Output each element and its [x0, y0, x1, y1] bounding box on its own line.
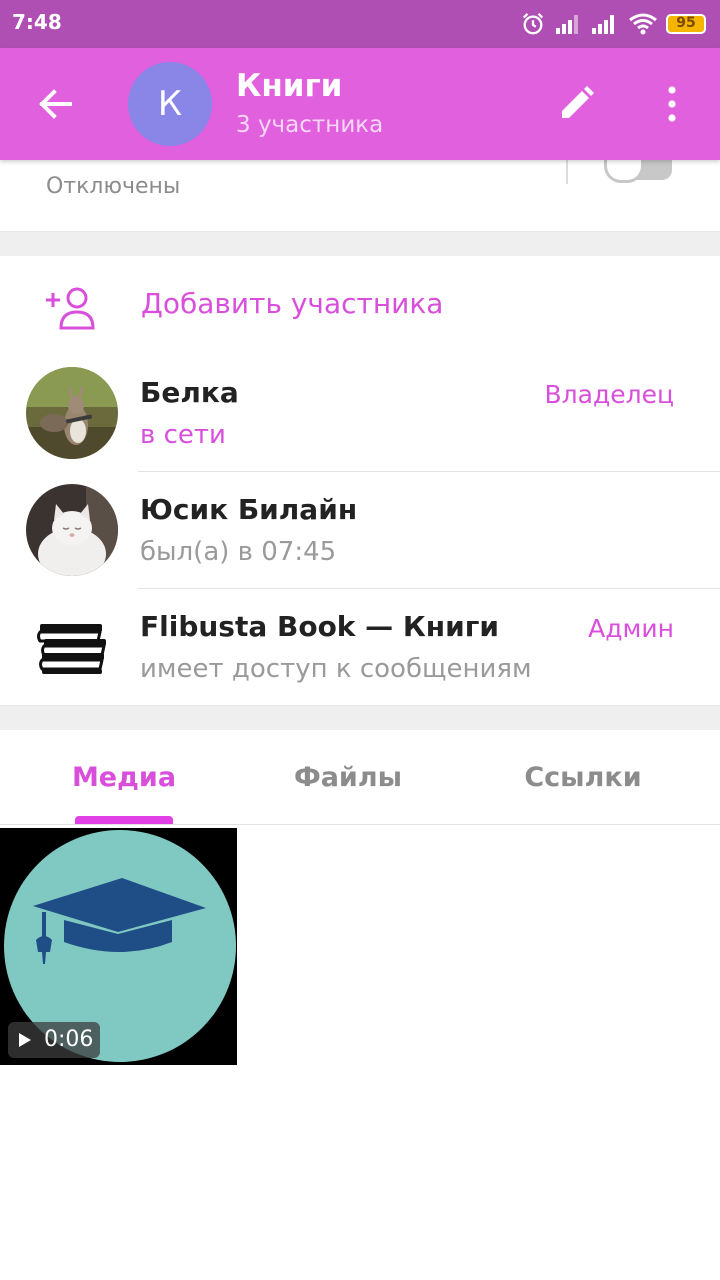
play-icon	[19, 1033, 31, 1047]
signal-icon	[592, 15, 614, 34]
tab-files[interactable]: Файлы	[228, 762, 468, 793]
battery-icon: 95	[666, 14, 706, 34]
member-name: Flibusta Book — Книги	[140, 610, 500, 643]
avatar[interactable]	[26, 484, 118, 576]
add-participant-label[interactable]: Добавить участника	[141, 287, 443, 320]
page-title: Книги	[236, 68, 343, 104]
video-duration: 0:06	[44, 1027, 94, 1052]
active-tab-indicator	[75, 816, 173, 824]
back-arrow-icon[interactable]	[30, 86, 80, 122]
member-role: Админ	[588, 614, 674, 643]
alarm-icon	[522, 13, 544, 35]
more-vert-icon[interactable]	[660, 84, 684, 124]
signal-icon	[556, 15, 578, 34]
video-duration-badge: 0:06	[8, 1022, 100, 1058]
member-name: Белка	[140, 376, 239, 409]
list-item[interactable]	[0, 589, 720, 704]
section-gap	[0, 231, 720, 256]
books-icon[interactable]	[36, 618, 108, 676]
tab-media[interactable]: Медиа	[4, 762, 244, 793]
section-gap	[0, 705, 720, 730]
status-bar: 7:48 95	[0, 0, 720, 48]
wifi-icon	[629, 13, 657, 35]
pencil-icon[interactable]	[556, 84, 596, 124]
avatar[interactable]	[26, 367, 118, 459]
status-time: 7:48	[12, 10, 62, 34]
member-status: в сети	[140, 420, 226, 450]
notifications-status: Отключены	[46, 174, 181, 199]
group-avatar[interactable]: К	[128, 62, 212, 146]
divider	[0, 824, 720, 825]
member-role: Владелец	[544, 380, 675, 409]
member-status: имеет доступ к сообщениям	[140, 654, 532, 684]
battery-level: 95	[676, 15, 696, 31]
member-count: 3 участника	[236, 112, 384, 138]
member-name: Юсик Билайн	[140, 493, 358, 526]
divider	[566, 160, 568, 184]
app-header: К Книги 3 участника	[0, 48, 720, 160]
add-user-icon	[46, 287, 95, 330]
member-status: был(а) в 07:45	[140, 537, 337, 567]
tab-links[interactable]: Ссылки	[463, 762, 703, 793]
